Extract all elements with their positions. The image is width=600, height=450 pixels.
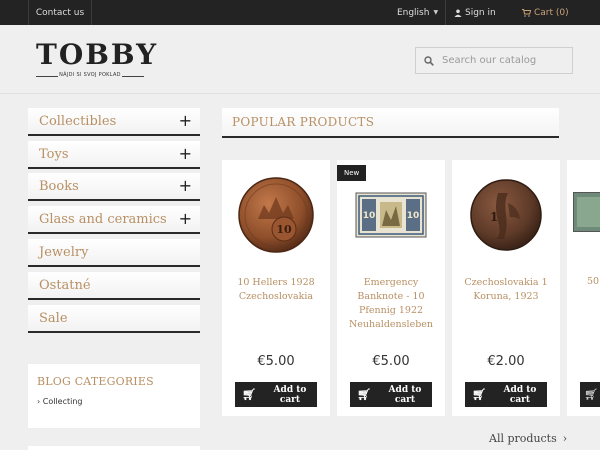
category-label: Jewelry [39, 244, 89, 260]
chevron-right-icon: › [562, 432, 568, 445]
search-input[interactable] [442, 55, 562, 66]
cart-icon: 🛒︎ [242, 388, 256, 401]
product-card[interactable]: 1 Czechoslovakia 1 Koruna, 1923 €2.00 🛒︎… [452, 160, 560, 416]
logo-divider-left [36, 76, 58, 77]
sidebar-block [28, 446, 200, 450]
expand-plus-icon[interactable]: + [179, 144, 192, 164]
product-card[interactable]: 10 10 Hellers 1928 Czechoslovakia €5.00 … [222, 160, 330, 416]
sign-in-link[interactable]: Sign in [454, 0, 496, 25]
category-label: Collectibles [39, 113, 117, 129]
product-price: €5.00 [257, 354, 295, 369]
category-label: Glass and ceramics [39, 211, 167, 227]
product-card[interactable]: 10 10 New Emergency Banknote - 10 Pfenni… [337, 160, 445, 416]
stamp-image [577, 197, 600, 227]
search-icon[interactable] [424, 55, 434, 66]
banknote-image: 10 10 [355, 192, 427, 238]
product-card[interactable]: 50 🛒︎ [567, 160, 600, 416]
cart-icon: 🛒︎ [584, 388, 598, 401]
category-label: Sale [39, 310, 68, 326]
category-sale[interactable]: Sale [28, 305, 200, 333]
add-to-cart-label: Add to cart [503, 384, 537, 405]
product-name[interactable]: Czechoslovakia 1 Koruna, 1923 [458, 276, 554, 304]
blog-categories-block: BLOG CATEGORIES › Collecting [28, 364, 200, 428]
add-to-cart-button[interactable]: 🛒︎ Add to cart [235, 382, 317, 407]
contact-us-label: Contact us [35, 7, 85, 18]
section-title: POPULAR PRODUCTS [222, 108, 559, 138]
caret-down-icon: ▼ [433, 9, 439, 16]
new-badge: New [337, 165, 367, 181]
cart-icon: 🛒︎ [472, 388, 486, 401]
expand-plus-icon[interactable]: + [179, 111, 192, 131]
logo-divider-right [122, 76, 144, 77]
category-ostatne[interactable]: Ostatné [28, 272, 200, 300]
cart-link[interactable]: Cart (0) [522, 0, 569, 25]
cart-icon: 🛒︎ [357, 388, 371, 401]
language-selector[interactable]: English ▼ [390, 0, 446, 25]
category-label: Ostatné [39, 277, 91, 293]
add-to-cart-button[interactable]: 🛒︎ [580, 382, 600, 407]
cart-label: Cart (0) [534, 7, 569, 18]
category-glass-and-ceramics[interactable]: Glass and ceramics + [28, 206, 200, 234]
product-image[interactable] [573, 192, 600, 232]
svg-text:10: 10 [363, 211, 376, 221]
product-image[interactable]: 10 [222, 170, 330, 260]
category-label: Books [39, 178, 79, 194]
add-to-cart-label: Add to cart [388, 384, 422, 405]
product-name[interactable]: Emergency Banknote - 10 Pfennig 1922 Neu… [343, 276, 439, 332]
svg-text:10: 10 [276, 223, 292, 236]
expand-plus-icon[interactable]: + [179, 176, 192, 196]
site-header: TOBBY NÁJDI SI SVOJ POKLAD [0, 25, 600, 94]
blog-category-link[interactable]: › Collecting [37, 397, 191, 406]
sign-in-label: Sign in [465, 7, 496, 18]
top-bar: Contact us English ▼ Sign in Cart (0) [0, 0, 600, 25]
svg-text:1: 1 [490, 210, 498, 224]
category-collectibles[interactable]: Collectibles + [28, 108, 200, 136]
logo-title: TOBBY [36, 38, 159, 71]
language-label: English [396, 7, 430, 18]
category-jewelry[interactable]: Jewelry [28, 239, 200, 267]
blog-categories-title: BLOG CATEGORIES [37, 375, 154, 388]
add-to-cart-button[interactable]: 🛒︎ Add to cart [465, 382, 547, 407]
coin-image: 10 [238, 177, 314, 253]
add-to-cart-button[interactable]: 🛒︎ Add to cart [350, 382, 432, 407]
search-box [415, 47, 573, 74]
category-books[interactable]: Books + [28, 173, 200, 201]
logo-tagline: NÁJDI SI SVOJ POKLAD [59, 72, 121, 78]
product-price: €2.00 [487, 354, 525, 369]
blog-category-label: Collecting [42, 397, 83, 406]
user-icon [454, 9, 462, 17]
contact-us-link[interactable]: Contact us [28, 0, 92, 25]
expand-plus-icon[interactable]: + [179, 209, 192, 229]
all-products-link[interactable]: All products › [489, 432, 567, 445]
category-label: Toys [39, 146, 69, 162]
product-name[interactable]: 50 [587, 276, 599, 287]
add-to-cart-label: Add to cart [273, 384, 307, 405]
product-image[interactable]: 1 [452, 170, 560, 260]
coin-image: 1 [470, 179, 542, 251]
product-price: €5.00 [372, 354, 410, 369]
site-logo[interactable]: TOBBY NÁJDI SI SVOJ POKLAD [36, 38, 159, 83]
category-toys[interactable]: Toys + [28, 141, 200, 169]
product-image[interactable]: 10 10 [337, 170, 445, 260]
svg-text:10: 10 [407, 211, 420, 221]
shopping-cart-icon [522, 8, 531, 17]
product-name[interactable]: 10 Hellers 1928 Czechoslovakia [228, 276, 324, 304]
all-products-label: All products [489, 432, 557, 445]
